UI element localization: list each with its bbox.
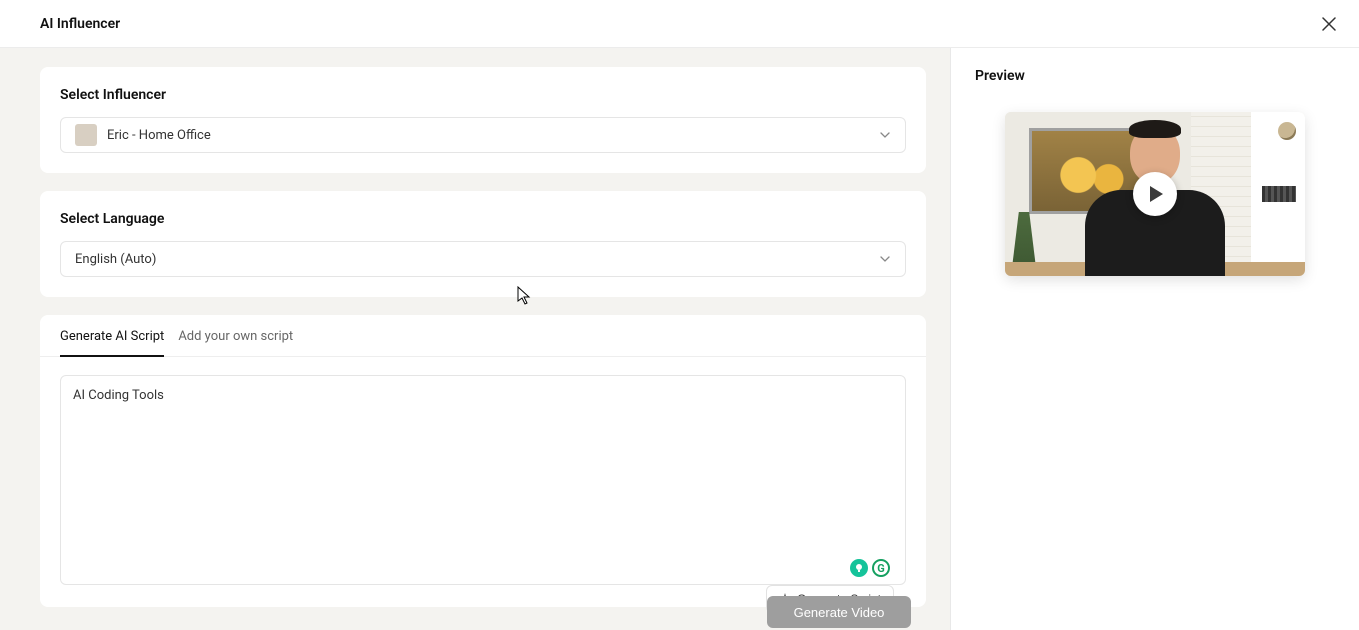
play-icon xyxy=(1150,186,1163,202)
script-textarea-wrap: G xyxy=(40,357,926,607)
script-tabs: Generate AI Script Add your own script xyxy=(40,315,926,357)
script-card: Generate AI Script Add your own script G… xyxy=(40,315,926,607)
language-selected-text: English (Auto) xyxy=(75,252,156,267)
play-button[interactable] xyxy=(1133,172,1177,216)
influencer-avatar-thumb xyxy=(75,124,97,146)
page-title: AI Influencer xyxy=(40,16,120,32)
language-card: Select Language English (Auto) xyxy=(40,191,926,297)
language-label: Select Language xyxy=(60,211,906,227)
hint-icon[interactable] xyxy=(850,559,868,577)
chevron-down-icon xyxy=(879,253,891,265)
assistant-badges: G xyxy=(850,559,890,577)
grammarly-icon[interactable]: G xyxy=(872,559,890,577)
script-textarea[interactable] xyxy=(60,375,906,585)
close-icon xyxy=(1322,17,1336,31)
influencer-label: Select Influencer xyxy=(60,87,906,103)
main-area: Select Influencer Eric - Home Office Sel… xyxy=(0,48,1359,630)
close-button[interactable] xyxy=(1319,14,1339,34)
language-select[interactable]: English (Auto) xyxy=(60,241,906,277)
influencer-select-left: Eric - Home Office xyxy=(75,124,211,146)
influencer-select[interactable]: Eric - Home Office xyxy=(60,117,906,153)
header: AI Influencer xyxy=(0,0,1359,48)
preview-title: Preview xyxy=(975,68,1335,84)
influencer-selected-text: Eric - Home Office xyxy=(107,128,211,143)
generate-video-button[interactable]: Generate Video xyxy=(767,596,911,628)
influencer-card: Select Influencer Eric - Home Office xyxy=(40,67,926,173)
left-column: Select Influencer Eric - Home Office Sel… xyxy=(0,48,951,630)
tab-generate-ai-script[interactable]: Generate AI Script xyxy=(60,329,164,356)
tab-add-own-script[interactable]: Add your own script xyxy=(178,329,293,356)
preview-video[interactable] xyxy=(1005,112,1305,276)
chevron-down-icon xyxy=(879,129,891,141)
preview-column: Preview xyxy=(951,48,1359,630)
